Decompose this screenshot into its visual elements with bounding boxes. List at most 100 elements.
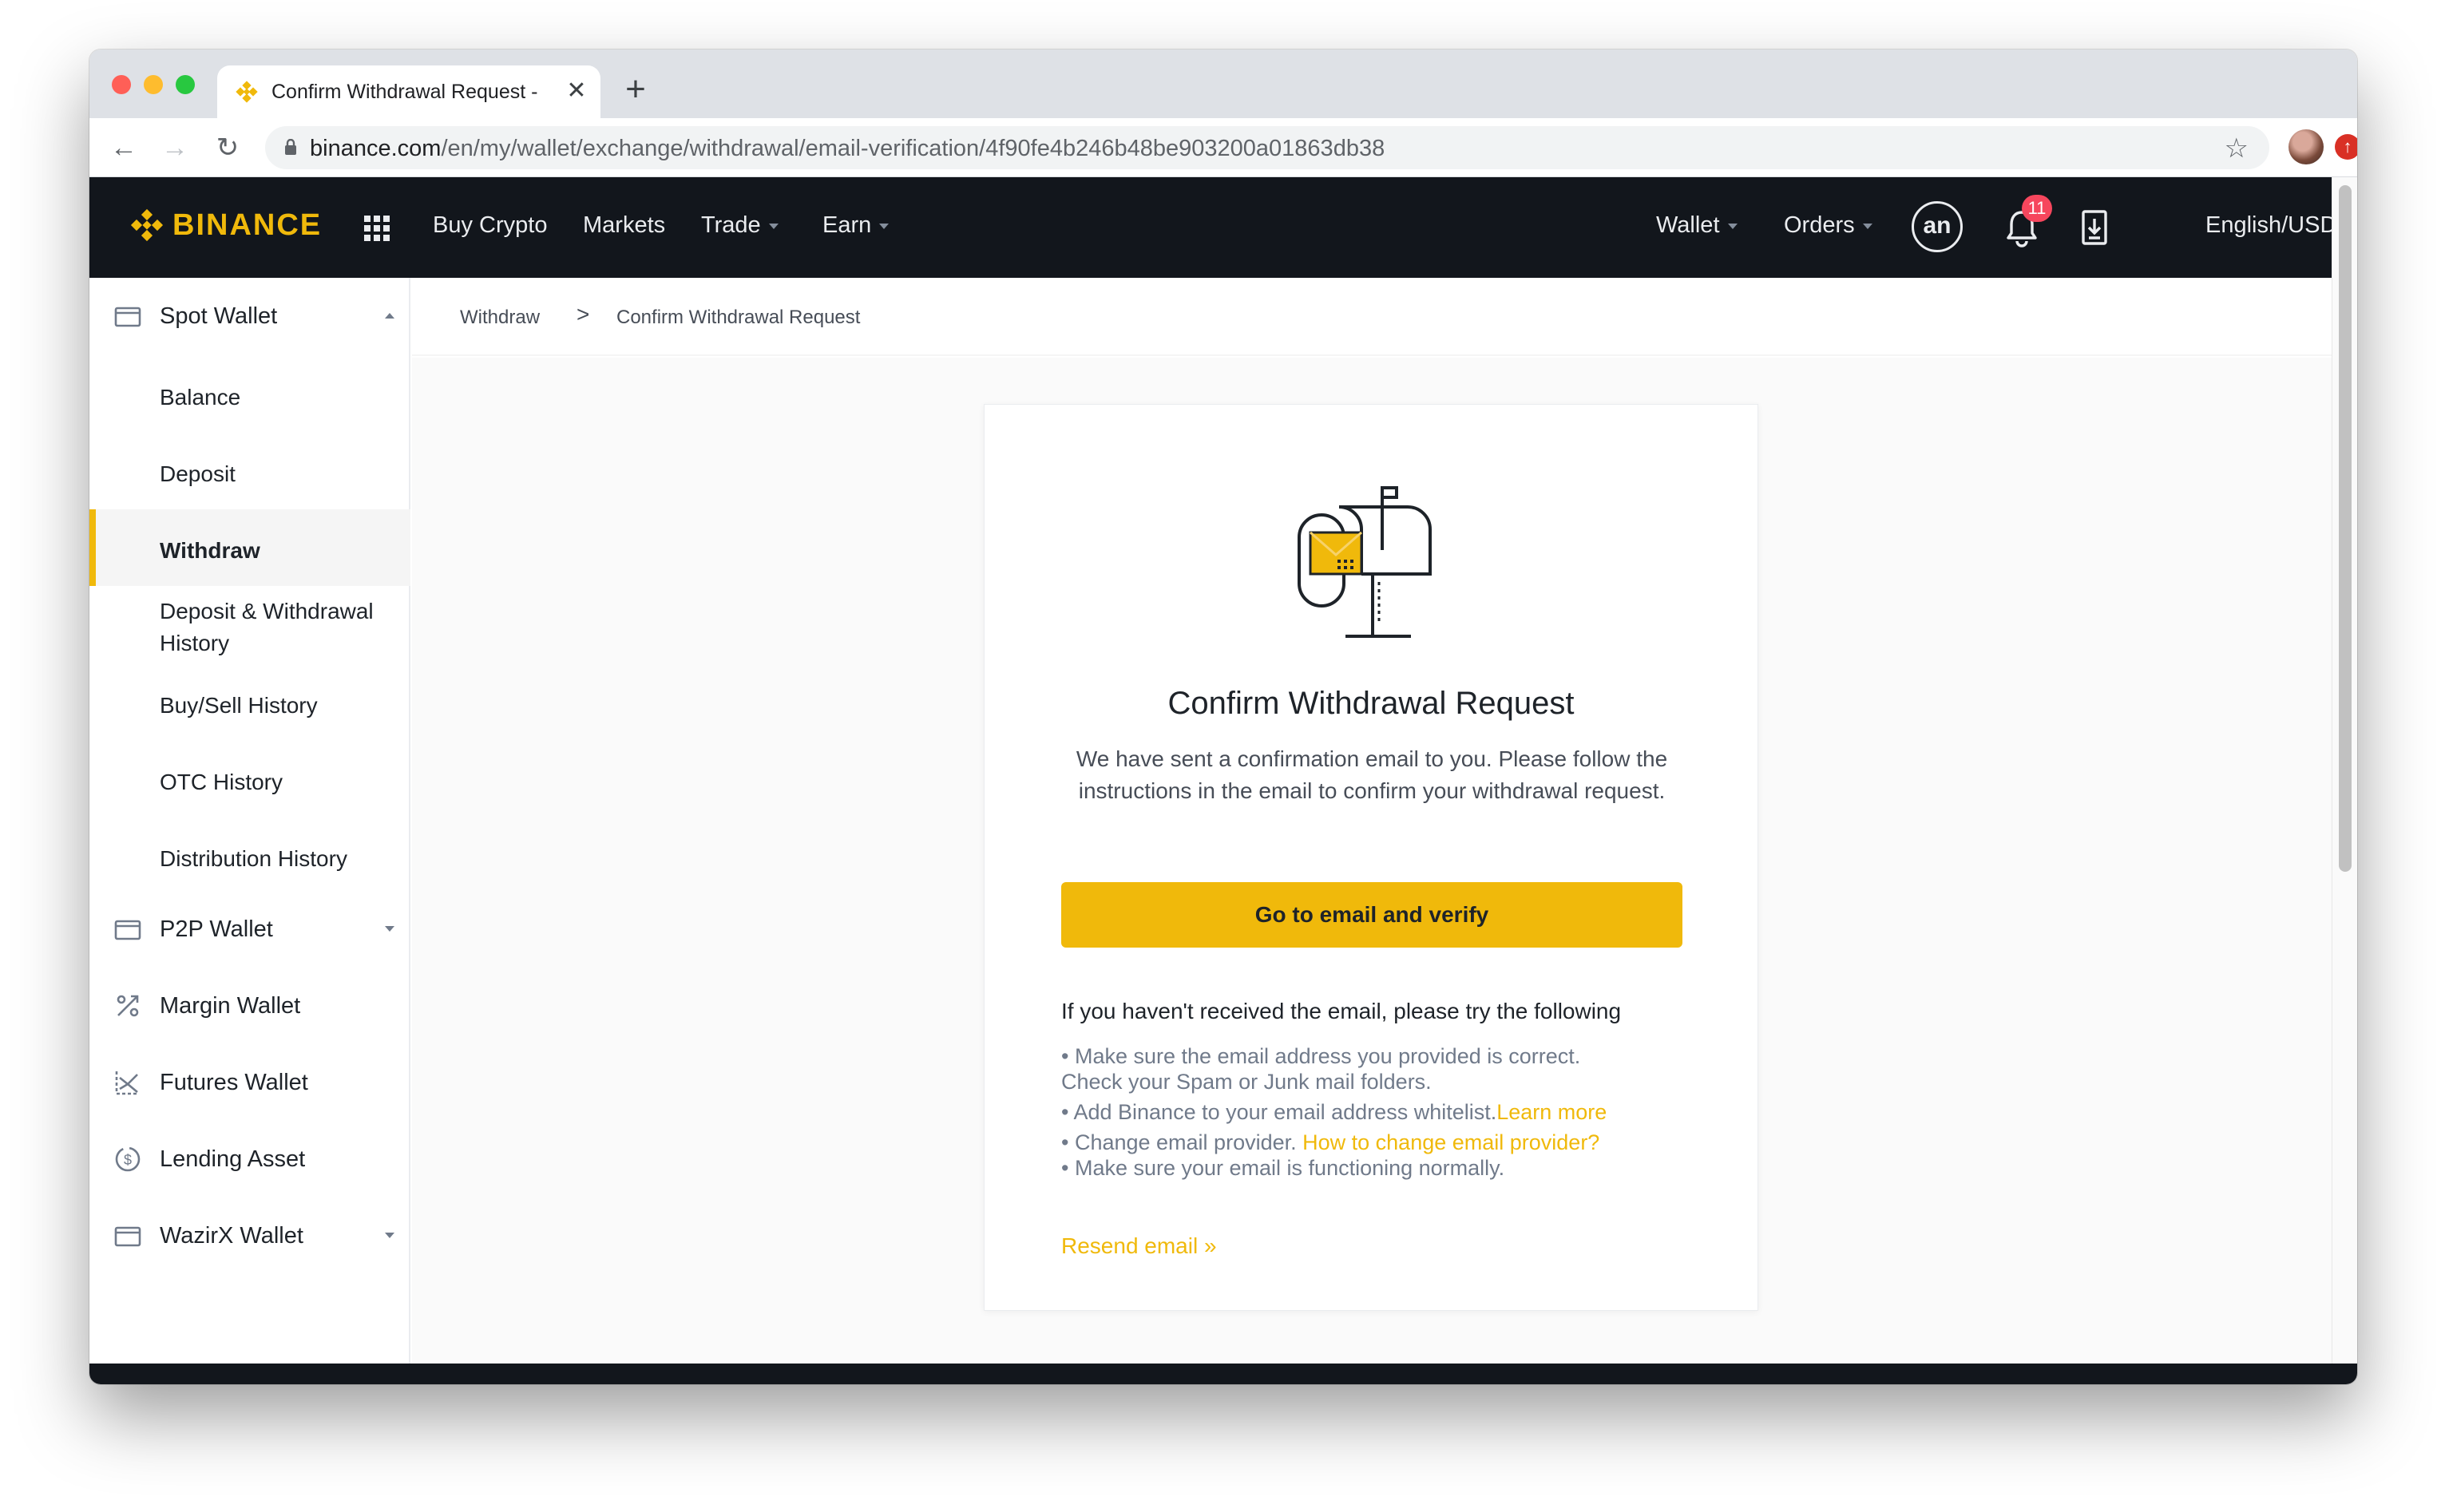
sidebar-item-label-line2: History xyxy=(160,631,230,655)
sidebar-item-label: Lending Asset xyxy=(160,1146,306,1172)
sidebar-item-label-line1: Deposit & Withdrawal xyxy=(160,599,374,623)
page-scrollbar[interactable] xyxy=(2332,177,2357,1364)
nav-orders-label: Orders xyxy=(1784,212,1855,238)
sidebar-item-label: Buy/Sell History xyxy=(160,693,318,718)
sidebar-item-lending-asset[interactable]: $ Lending Asset xyxy=(89,1121,410,1197)
url-text: binance.com/en/my/wallet/exchange/withdr… xyxy=(310,136,1385,162)
sidebar-item-spot-wallet[interactable]: Spot Wallet xyxy=(89,278,410,354)
nav-wallet[interactable]: Wallet xyxy=(1656,212,1738,239)
sidebar-item-label: P2P Wallet xyxy=(160,916,273,942)
sidebar-item-margin-wallet[interactable]: Margin Wallet xyxy=(89,968,410,1044)
chevron-down-icon xyxy=(1727,223,1738,229)
nav-earn[interactable]: Earn xyxy=(822,212,890,239)
resend-email-link[interactable]: Resend email » xyxy=(1061,1233,1217,1259)
sidebar-item-label: OTC History xyxy=(160,770,283,794)
sidebar-item-deposit-withdrawal-history[interactable]: Deposit & Withdrawal History xyxy=(89,586,410,666)
binance-favicon-icon xyxy=(236,81,258,103)
scrollbar-thumb[interactable] xyxy=(2339,185,2352,872)
url-path: /en/my/wallet/exchange/withdrawal/email-… xyxy=(441,136,1385,161)
tip-check-address: • Make sure the email address you provid… xyxy=(1061,1044,1581,1068)
sidebar-item-label: Futures Wallet xyxy=(160,1070,308,1095)
download-app-icon[interactable] xyxy=(2081,209,2108,246)
change-provider-link[interactable]: How to change email provider? xyxy=(1302,1130,1599,1154)
sidebar-item-label: Deposit & Withdrawal History xyxy=(160,596,374,659)
update-arrow-icon[interactable]: ↑ xyxy=(2335,134,2357,160)
browser-tab[interactable]: Confirm Withdrawal Request - ✕ xyxy=(217,65,600,118)
star-icon[interactable]: ☆ xyxy=(2225,133,2249,164)
sidebar-item-deposit[interactable]: Deposit xyxy=(89,433,410,509)
sidebar-item-wazirx-wallet[interactable]: WazirX Wallet xyxy=(89,1197,410,1274)
sidebar-item-label: Withdraw xyxy=(160,538,260,563)
nav-earn-label: Earn xyxy=(822,212,872,238)
chevron-down-icon xyxy=(385,1233,394,1238)
profile-avatar[interactable] xyxy=(2288,129,2324,164)
wallet-sidebar: Spot Wallet Balance Deposit Withdraw Dep… xyxy=(89,278,410,1364)
browser-toolbar: ← → ↻ binance.com/en/my/wallet/exchange/… xyxy=(89,118,2357,177)
reload-icon[interactable]: ↻ xyxy=(209,129,246,166)
sidebar-item-otc-history[interactable]: OTC History xyxy=(89,741,410,817)
language-label: English/USD xyxy=(2205,212,2337,238)
binance-logo[interactable]: BINANCE xyxy=(129,208,322,243)
learn-more-link[interactable]: Learn more xyxy=(1496,1100,1607,1124)
sidebar-item-futures-wallet[interactable]: Futures Wallet xyxy=(89,1044,410,1121)
breadcrumb-current: Confirm Withdrawal Request xyxy=(616,307,861,328)
nav-buy-crypto[interactable]: Buy Crypto xyxy=(433,212,547,239)
tip-whitelist-text: • Add Binance to your email address whit… xyxy=(1061,1100,1497,1124)
address-bar[interactable]: binance.com/en/my/wallet/exchange/withdr… xyxy=(265,126,2269,169)
sidebar-item-label: Deposit xyxy=(160,461,236,486)
breadcrumb: Withdraw > Confirm Withdrawal Request xyxy=(412,278,2332,356)
wallet-icon xyxy=(114,1226,141,1247)
svg-text:$: $ xyxy=(124,1152,132,1168)
forward-arrow-icon[interactable]: → xyxy=(157,129,193,166)
new-tab-button[interactable]: + xyxy=(616,72,655,110)
mailbox-illustration xyxy=(1298,486,1432,638)
footer-edge xyxy=(89,1364,2357,1384)
tab-close-icon[interactable]: ✕ xyxy=(562,77,591,105)
sidebar-item-p2p-wallet[interactable]: P2P Wallet xyxy=(89,891,410,968)
breadcrumb-withdraw-link[interactable]: Withdraw xyxy=(460,307,540,329)
tab-strip: Confirm Withdrawal Request - ✕ + xyxy=(89,49,2357,118)
sidebar-item-label: Distribution History xyxy=(160,846,347,871)
back-arrow-icon[interactable]: ← xyxy=(105,129,142,166)
tip-check-spam: Check your Spam or Junk mail folders. xyxy=(1061,1070,1432,1094)
nav-wallet-label: Wallet xyxy=(1656,212,1720,238)
chevron-down-icon xyxy=(1862,223,1872,229)
nav-trade-label: Trade xyxy=(701,212,761,238)
futures-chart-icon xyxy=(115,1071,139,1095)
lending-dollar-icon: $ xyxy=(115,1146,141,1172)
binance-logo-icon xyxy=(130,208,164,242)
tip-change-provider-text: • Change email provider. xyxy=(1061,1130,1303,1154)
lock-icon xyxy=(285,139,296,155)
close-window-button[interactable] xyxy=(112,75,131,94)
nav-markets[interactable]: Markets xyxy=(583,212,665,239)
margin-percent-icon xyxy=(117,995,139,1017)
sidebar-item-label: Margin Wallet xyxy=(160,993,301,1019)
wallet-icon xyxy=(114,307,141,327)
notification-count-badge: 11 xyxy=(2022,195,2052,222)
confirm-withdrawal-card: Confirm Withdrawal Request We have sent … xyxy=(984,404,1758,1311)
sidebar-item-label: Balance xyxy=(160,385,241,410)
url-host: binance.com xyxy=(310,136,442,161)
site-header: BINANCE Buy Crypto Markets Trade Earn Wa… xyxy=(89,177,2355,278)
nav-orders[interactable]: Orders xyxy=(1784,212,1872,239)
sidebar-item-distribution-history[interactable]: Distribution History xyxy=(89,817,410,894)
tab-title: Confirm Withdrawal Request - xyxy=(271,81,538,103)
browser-window: Confirm Withdrawal Request - ✕ + ← → ↻ b… xyxy=(89,49,2357,1384)
sidebar-item-withdraw[interactable]: Withdraw xyxy=(89,509,410,586)
minimize-window-button[interactable] xyxy=(144,75,163,94)
sidebar-item-label: Spot Wallet xyxy=(160,303,278,329)
go-to-email-button[interactable]: Go to email and verify xyxy=(1061,882,1682,948)
breadcrumb-separator: > xyxy=(577,302,590,327)
grid-apps-icon[interactable] xyxy=(364,216,390,241)
wallet-icon xyxy=(114,920,141,940)
user-account-avatar[interactable]: an xyxy=(1912,201,1963,252)
tip-whitelist: • Add Binance to your email address whit… xyxy=(1061,1099,1700,1125)
sidebar-item-buy-sell-history[interactable]: Buy/Sell History xyxy=(89,664,410,741)
chevron-up-icon xyxy=(385,313,394,319)
tip-change-provider: • Change email provider. How to change e… xyxy=(1061,1130,1700,1155)
window-controls xyxy=(112,75,195,94)
zoom-window-button[interactable] xyxy=(176,75,195,94)
nav-trade[interactable]: Trade xyxy=(701,212,779,239)
sidebar-item-balance[interactable]: Balance xyxy=(89,356,410,433)
card-title: Confirm Withdrawal Request xyxy=(1167,686,1575,721)
